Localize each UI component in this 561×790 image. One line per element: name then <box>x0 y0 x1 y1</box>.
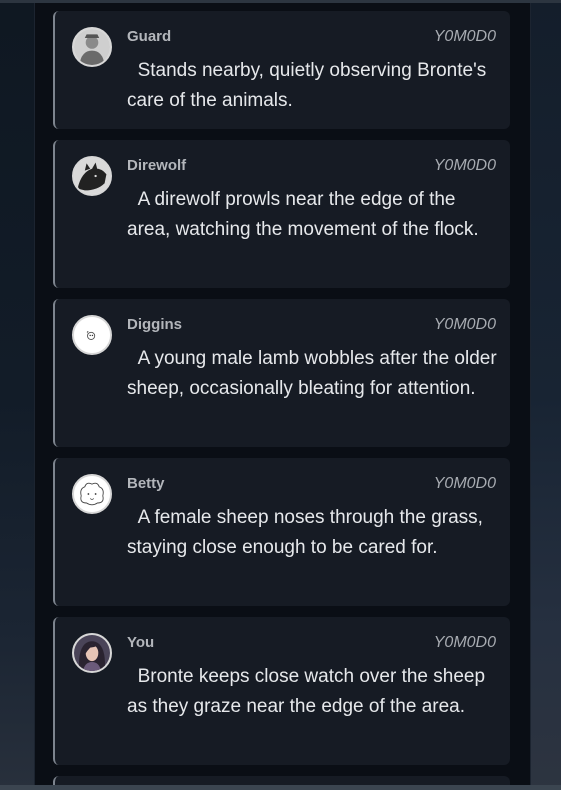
guard-avatar-icon[interactable] <box>72 27 112 67</box>
chat-message[interactable]: Direwolf Y0M0D0 A direwolf prowls near t… <box>53 140 510 288</box>
top-divider <box>0 0 561 3</box>
background-left <box>0 0 34 790</box>
sheep-avatar-icon[interactable] <box>72 474 112 514</box>
message-text: A direwolf prowls near the edge of the a… <box>127 189 479 240</box>
chat-message[interactable]: Diggins Y0M0D0 A young male lamb wobbles… <box>53 299 510 447</box>
message-text: A young male lamb wobbles after the olde… <box>127 348 502 399</box>
message-text: Stands nearby, quietly observing Bronte'… <box>127 60 492 111</box>
sender-name: Guard <box>127 28 172 45</box>
background-right <box>529 0 561 790</box>
sender-name: Betty <box>127 475 165 492</box>
chat-window: Guard Y0M0D0 Stands nearby, quietly obse… <box>0 0 561 790</box>
direwolf-avatar-icon[interactable] <box>72 156 112 196</box>
lamb-avatar-icon[interactable] <box>72 315 112 355</box>
sender-name: You <box>127 634 155 651</box>
bottom-divider <box>0 785 561 790</box>
sender-name: Direwolf <box>127 157 187 174</box>
message-text: A female sheep noses through the grass, … <box>127 507 489 558</box>
chat-message[interactable]: Guard Y0M0D0 Stands nearby, quietly obse… <box>53 11 510 129</box>
chat-message[interactable]: You Y0M0D0 Bronte keeps close watch over… <box>53 617 510 765</box>
message-timestamp: Y0M0D0 <box>433 475 496 492</box>
message-timestamp: Y0M0D0 <box>433 316 496 333</box>
message-timestamp: Y0M0D0 <box>433 634 496 651</box>
message-timestamp: Y0M0D0 <box>433 28 496 45</box>
message-timestamp: Y0M0D0 <box>433 157 496 174</box>
user-avatar-icon[interactable] <box>72 633 112 673</box>
chat-message[interactable]: Betty Y0M0D0 A female sheep noses throug… <box>53 458 510 606</box>
message-text: Bronte keeps close watch over the sheep … <box>127 666 491 717</box>
sender-name: Diggins <box>127 316 182 333</box>
